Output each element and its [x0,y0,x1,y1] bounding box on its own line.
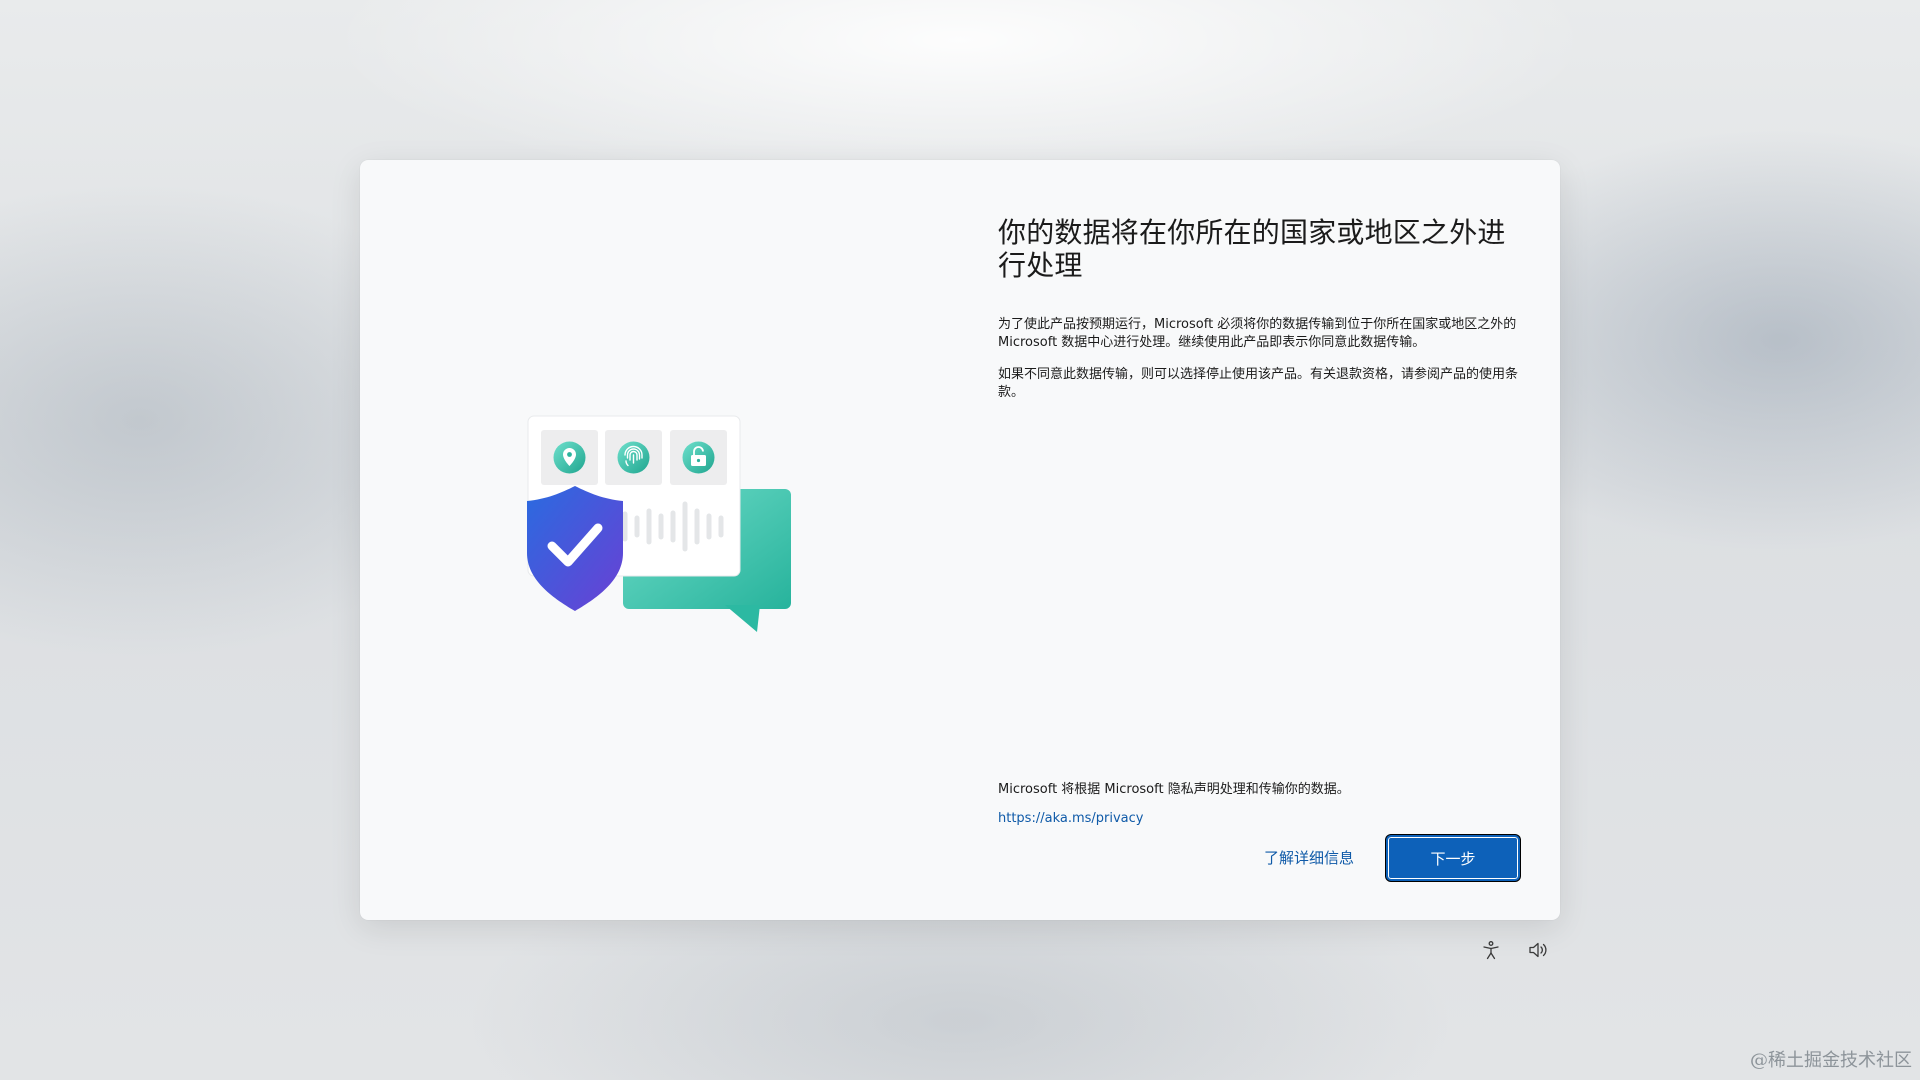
page-title: 你的数据将在你所在的国家或地区之外进行处理 [998,216,1506,282]
description-paragraph-1: 为了使此产品按预期运行，Microsoft 必须将你的数据传输到位于你所在国家或… [998,317,1517,350]
description-paragraph-2: 如果不同意此数据传输，则可以选择停止使用该产品。有关退款资格，请参阅产品的使用条… [998,367,1519,400]
watermark-text: @稀土掘金技术社区 [1750,1050,1912,1071]
privacy-statement-text: Microsoft 将根据 Microsoft 隐私声明处理和传输你的数据。 [998,782,1350,797]
fingerprint-icon [617,441,650,474]
location-pin-icon [553,441,586,474]
accessibility-icon[interactable] [1478,938,1504,962]
volume-icon[interactable] [1526,938,1552,962]
privacy-illustration [460,400,800,700]
learn-more-link[interactable]: 了解详细信息 [1264,847,1354,868]
dialog-content: 你的数据将在你所在的国家或地区之外进行处理 为了使此产品按预期运行，Micros… [998,216,1528,402]
shield-check-icon [527,486,623,611]
privacy-illustration-graphic [527,415,791,632]
oobe-dialog: 你的数据将在你所在的国家或地区之外进行处理 为了使此产品按预期运行，Micros… [360,160,1560,920]
padlock-icon [682,441,715,474]
privacy-link[interactable]: https://aka.ms/privacy [998,811,1144,826]
next-button[interactable]: 下一步 [1386,835,1520,881]
